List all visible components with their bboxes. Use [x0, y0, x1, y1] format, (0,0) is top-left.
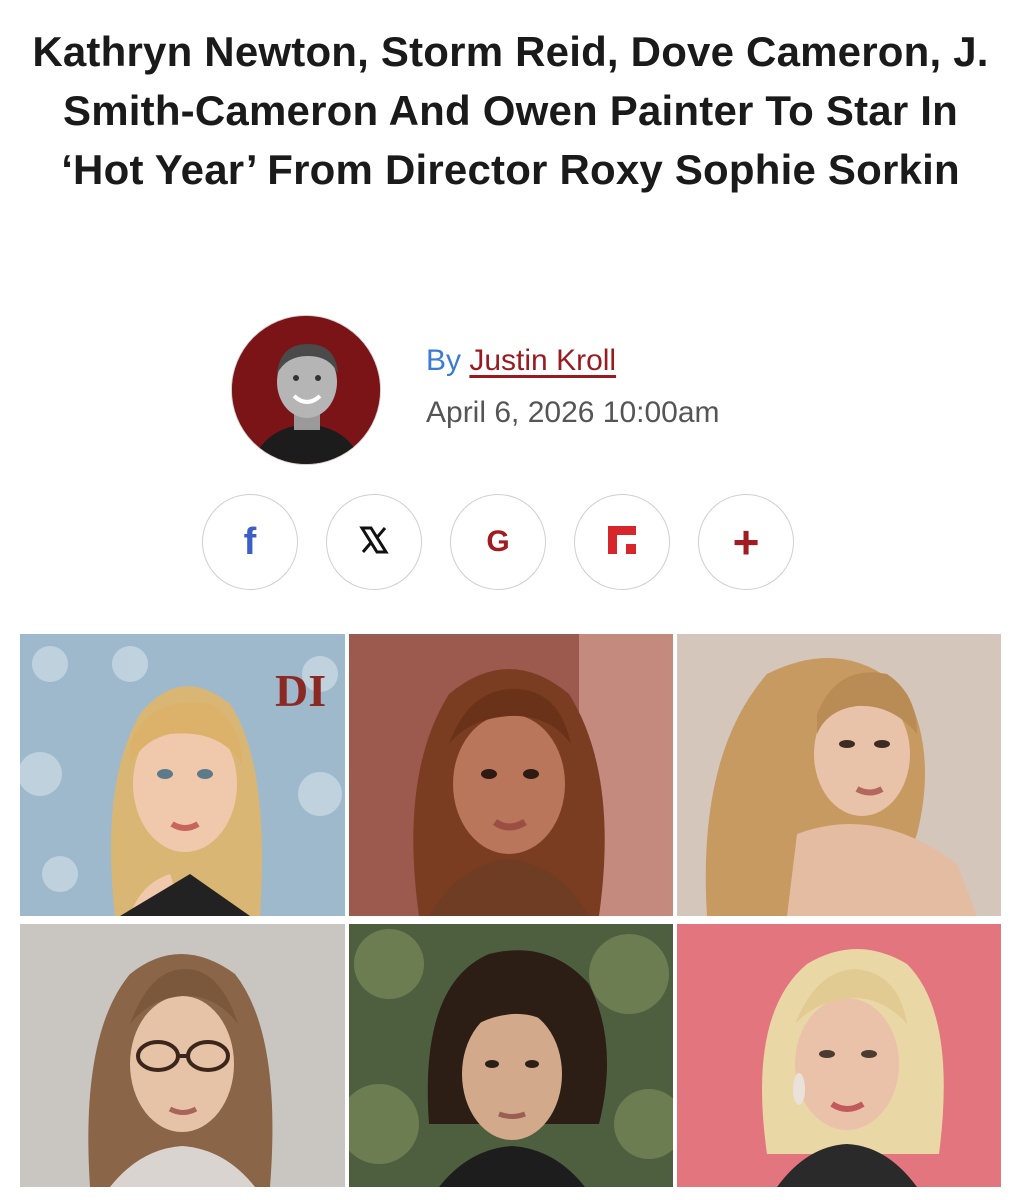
- author-link[interactable]: Justin Kroll: [469, 344, 616, 377]
- x-icon: [359, 525, 389, 560]
- flipboard-icon: [608, 525, 636, 559]
- author-photo: [232, 316, 380, 464]
- google-share-button[interactable]: G: [450, 494, 546, 590]
- google-icon: G: [486, 525, 510, 558]
- article-headline: Kathryn Newton, Storm Reid, Dove Cameron…: [32, 28, 989, 193]
- more-share-button[interactable]: +: [698, 494, 794, 590]
- byline-prefix: By: [426, 344, 462, 377]
- cast-photo-1: DI: [20, 634, 345, 916]
- author-avatar[interactable]: [231, 315, 381, 465]
- x-share-button[interactable]: [326, 494, 422, 590]
- cast-photo-4: [20, 924, 345, 1187]
- byline: By Justin Kroll: [426, 344, 616, 378]
- facebook-share-button[interactable]: f: [202, 494, 298, 590]
- flipboard-share-button[interactable]: [574, 494, 670, 590]
- svg-text:DI: DI: [275, 665, 326, 716]
- cast-photo-5: [349, 924, 673, 1187]
- cast-photo-3: [677, 634, 1001, 916]
- plus-icon: +: [732, 516, 760, 568]
- cast-photo-6: [677, 924, 1001, 1187]
- share-buttons: f G +: [202, 494, 802, 590]
- cast-photo-grid: DI: [20, 634, 1001, 1187]
- facebook-icon: f: [243, 520, 257, 563]
- publish-date: April 6, 2026 10:00am: [426, 396, 720, 429]
- cast-photo-2: [349, 634, 673, 916]
